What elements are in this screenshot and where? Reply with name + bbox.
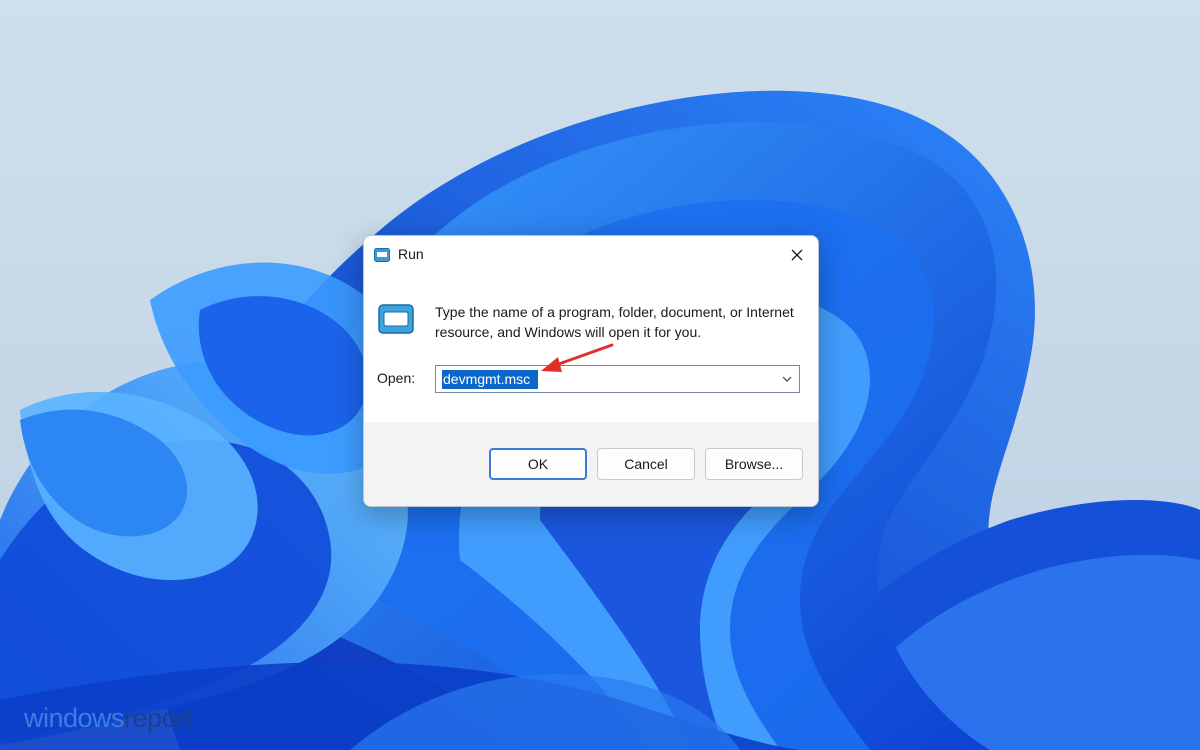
run-dialog: Run Type the name of a program, folder, … bbox=[363, 235, 819, 507]
ok-button[interactable]: OK bbox=[489, 448, 587, 480]
close-button[interactable] bbox=[776, 236, 818, 274]
dropdown-button[interactable] bbox=[779, 371, 795, 387]
dialog-title: Run bbox=[398, 246, 424, 262]
title-bar[interactable]: Run bbox=[364, 236, 818, 274]
watermark-part-1: windows bbox=[24, 703, 125, 733]
watermark-logo: windowsreport bbox=[24, 703, 192, 734]
dialog-content: Type the name of a program, folder, docu… bbox=[364, 274, 818, 422]
cancel-button[interactable]: Cancel bbox=[597, 448, 695, 480]
chevron-down-icon bbox=[782, 376, 792, 382]
run-icon bbox=[374, 248, 390, 262]
run-icon bbox=[378, 304, 414, 334]
description-text: Type the name of a program, folder, docu… bbox=[435, 304, 794, 340]
open-label: Open: bbox=[377, 370, 416, 386]
watermark-part-2: report bbox=[124, 703, 192, 733]
desktop: Run Type the name of a program, folder, … bbox=[0, 0, 1200, 750]
close-icon bbox=[791, 249, 803, 261]
open-input-value[interactable]: devmgmt.msc bbox=[443, 371, 530, 388]
open-combobox[interactable]: devmgmt.msc bbox=[435, 365, 800, 393]
dialog-footer: OK Cancel Browse... bbox=[364, 422, 818, 506]
browse-button[interactable]: Browse... bbox=[705, 448, 803, 480]
